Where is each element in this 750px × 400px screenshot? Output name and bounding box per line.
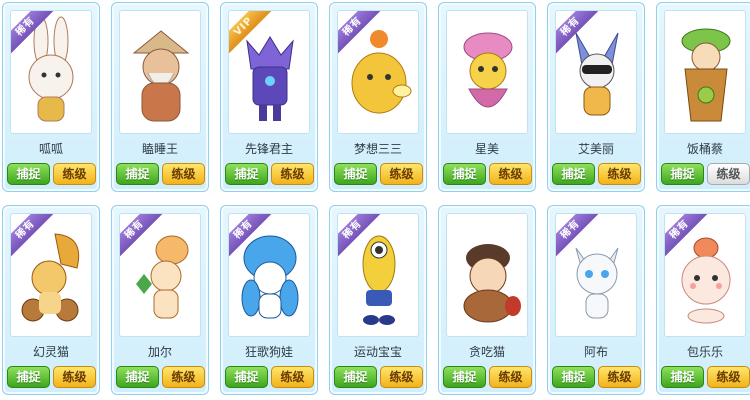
- pet-card[interactable]: 贪吃猫 捕捉 练级: [438, 205, 536, 395]
- pet-name: 梦想三三: [353, 142, 402, 156]
- pet-name: 星美: [474, 142, 499, 156]
- train-button[interactable]: 练级: [707, 163, 750, 185]
- pet-portrait[interactable]: 稀有: [555, 10, 637, 134]
- barrel-creature-icon: [681, 28, 731, 122]
- pet-portrait[interactable]: 稀有: [555, 213, 637, 337]
- pet-name: 加尔: [147, 345, 172, 359]
- pet-name: 阿布: [583, 345, 608, 359]
- catch-button[interactable]: 捕捉: [116, 163, 159, 185]
- train-button[interactable]: 练级: [53, 163, 96, 185]
- pet-name: 艾美丽: [577, 142, 614, 156]
- pet-name: 包乐乐: [686, 345, 723, 359]
- catch-button[interactable]: 捕捉: [7, 163, 50, 185]
- pet-name: 狂歌狗娃: [244, 345, 293, 359]
- catch-button[interactable]: 捕捉: [552, 366, 595, 388]
- pet-name: 瞌睡王: [141, 142, 178, 156]
- catch-button[interactable]: 捕捉: [225, 163, 268, 185]
- pet-card[interactable]: 稀有 幻灵猫 捕捉 练级: [2, 205, 100, 395]
- train-button[interactable]: 练级: [380, 366, 423, 388]
- pet-portrait[interactable]: VIP: [228, 10, 310, 134]
- catch-button[interactable]: 捕捉: [334, 163, 377, 185]
- pet-card[interactable]: 稀有 呱呱 捕捉 练级: [2, 2, 100, 192]
- pet-portrait[interactable]: 稀有: [228, 213, 310, 337]
- train-button[interactable]: 练级: [380, 163, 423, 185]
- sleepy-elder-icon: [132, 30, 190, 122]
- pet-portrait[interactable]: [119, 10, 201, 134]
- pet-portrait[interactable]: 稀有: [119, 213, 201, 337]
- catch-button[interactable]: 捕捉: [225, 366, 268, 388]
- pet-portrait[interactable]: 稀有: [10, 10, 92, 134]
- pet-portrait[interactable]: [446, 10, 528, 134]
- pet-name: 幻灵猫: [32, 345, 69, 359]
- pet-card[interactable]: 稀有 包乐乐 捕捉 练级: [656, 205, 750, 395]
- pet-card[interactable]: 稀有 阿布 捕捉 练级: [547, 205, 645, 395]
- pet-card[interactable]: 饭桶蔡 捕捉 练级: [656, 2, 750, 192]
- train-button[interactable]: 练级: [53, 366, 96, 388]
- catch-button[interactable]: 捕捉: [116, 366, 159, 388]
- pet-card[interactable]: 稀有 梦想三三 捕捉 练级: [329, 2, 427, 192]
- pet-portrait[interactable]: 稀有: [10, 213, 92, 337]
- train-button[interactable]: 练级: [489, 163, 532, 185]
- pet-name: 先锋君主: [244, 142, 293, 156]
- pet-card[interactable]: 稀有 艾美丽 捕捉 练级: [547, 2, 645, 192]
- catch-button[interactable]: 捕捉: [443, 366, 486, 388]
- pet-portrait[interactable]: [664, 10, 746, 134]
- catch-button[interactable]: 捕捉: [7, 366, 50, 388]
- train-button[interactable]: 练级: [162, 163, 205, 185]
- pet-portrait[interactable]: [446, 213, 528, 337]
- pet-name: 运动宝宝: [353, 345, 402, 359]
- train-button[interactable]: 练级: [271, 366, 314, 388]
- train-button[interactable]: 练级: [598, 366, 641, 388]
- pet-card[interactable]: 稀有 运动宝宝 捕捉 练级: [329, 205, 427, 395]
- train-button[interactable]: 练级: [489, 366, 532, 388]
- pet-portrait[interactable]: 稀有: [337, 213, 419, 337]
- catch-button[interactable]: 捕捉: [443, 163, 486, 185]
- catch-button[interactable]: 捕捉: [661, 366, 704, 388]
- train-button[interactable]: 练级: [162, 366, 205, 388]
- pet-name: 呱呱: [38, 142, 63, 156]
- train-button[interactable]: 练级: [598, 163, 641, 185]
- catch-button[interactable]: 捕捉: [552, 163, 595, 185]
- train-button[interactable]: 练级: [271, 163, 314, 185]
- pet-name: 饭桶蔡: [686, 142, 723, 156]
- train-button[interactable]: 练级: [707, 366, 750, 388]
- pet-portrait[interactable]: 稀有: [664, 213, 746, 337]
- pet-card[interactable]: 星美 捕捉 练级: [438, 2, 536, 192]
- pet-card[interactable]: VIP 先锋君主 捕捉 练级: [220, 2, 318, 192]
- pet-card[interactable]: 稀有 加尔 捕捉 练级: [111, 205, 209, 395]
- brown-glutton-icon: [463, 244, 521, 323]
- catch-button[interactable]: 捕捉: [661, 163, 704, 185]
- pet-name: 贪吃猫: [468, 345, 505, 359]
- pet-card[interactable]: 稀有 狂歌狗娃 捕捉 练级: [220, 205, 318, 395]
- pink-fairy-icon: [463, 32, 513, 108]
- pet-portrait[interactable]: 稀有: [337, 10, 419, 134]
- pet-grid: 稀有 呱呱 捕捉 练级 瞌睡王 捕捉 练级 VIP 先锋君主 捕捉 练级 稀有 …: [0, 0, 750, 400]
- pet-card[interactable]: 瞌睡王 捕捉 练级: [111, 2, 209, 192]
- catch-button[interactable]: 捕捉: [334, 366, 377, 388]
